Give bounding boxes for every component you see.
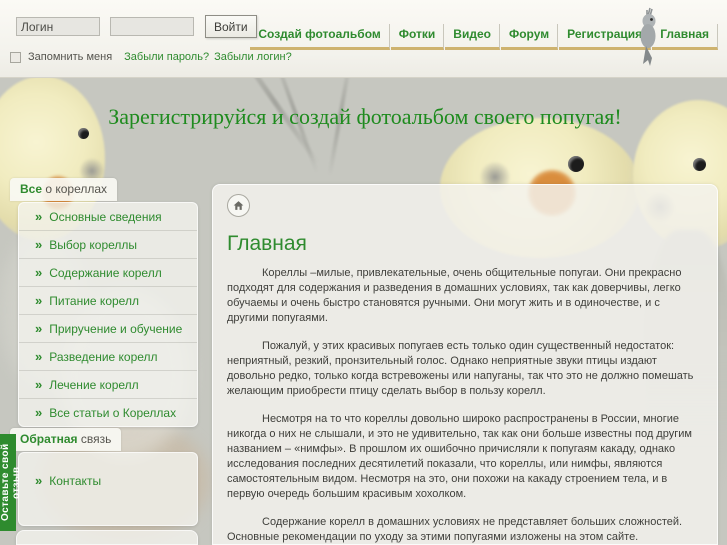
nav-item-forum[interactable]: Форум [500, 24, 559, 50]
sidebar-item-label: Основные сведения [49, 209, 162, 224]
sidebar-item-label: Контакты [49, 473, 102, 488]
double-arrow-icon: » [35, 209, 43, 224]
main-content-panel: Главная Кореллы –милые, привлекательные,… [212, 184, 718, 545]
nav-item-photos[interactable]: Фотки [390, 24, 445, 50]
page-title: Главная [227, 232, 307, 255]
sidebar-item-label: Разведение корелл [49, 349, 158, 364]
sidebar-header-rest: связь [77, 432, 112, 446]
sidebar-item-contacts[interactable]: » Контакты [19, 453, 197, 494]
nav-item-video[interactable]: Видео [445, 24, 500, 50]
sidebar-item-basics[interactable]: » Основные сведения [19, 203, 197, 231]
sidebar-header-about: Все о кореллах [10, 178, 118, 201]
forgot-password-link[interactable]: Забыли пароль? [124, 51, 209, 63]
sidebar-header-rest: о кореллах [42, 182, 108, 196]
sidebar-item-label: Выбор кореллы [49, 237, 138, 252]
sidebar-item-taming[interactable]: » Приручение и обучение [19, 315, 197, 343]
double-arrow-icon: » [35, 321, 43, 336]
login-input[interactable] [16, 17, 100, 36]
double-arrow-icon: » [35, 377, 43, 392]
topbar: Войти Запомнить меня Забыли пароль? Забы… [0, 0, 727, 78]
sidebar-header-feedback: Обратная связь [10, 428, 122, 451]
double-arrow-icon: » [35, 405, 43, 420]
banner-title: Зарегистрируйся и создай фотоальбом свое… [108, 104, 622, 129]
password-input[interactable] [110, 17, 194, 36]
sidebar-item-label: Приручение и обучение [49, 321, 183, 336]
sidebar-item-all-articles[interactable]: » Все статьи о Кореллах [19, 399, 197, 426]
house-icon [233, 201, 244, 210]
nav-item-create-album[interactable]: Создай фотоальбом [250, 24, 390, 50]
double-arrow-icon: » [35, 349, 43, 364]
forgot-login-link[interactable]: Забыли логин? [214, 51, 292, 63]
sidebar-item-feeding[interactable]: » Питание корелл [19, 287, 197, 315]
double-arrow-icon: » [35, 237, 43, 252]
sidebar-box-cutoff [16, 530, 198, 545]
sidebar-header-accent: Обратная [20, 432, 78, 446]
leave-feedback-tab[interactable]: Оставьте свой отзыв [0, 434, 22, 531]
page: Войти Запомнить меня Забыли пароль? Забы… [0, 0, 727, 545]
sidebar-item-keeping[interactable]: » Содержание корелл [19, 259, 197, 287]
sidebar-menu-about: » Основные сведения » Выбор кореллы » Со… [18, 202, 198, 427]
double-arrow-icon: » [35, 293, 43, 308]
sidebar-item-label: Все статьи о Кореллах [49, 405, 177, 420]
sidebar-header-accent: Все [20, 182, 43, 196]
double-arrow-icon: » [35, 265, 43, 280]
sidebar-item-label: Содержание корелл [49, 265, 162, 280]
sidebar-item-treatment[interactable]: » Лечение корелл [19, 371, 197, 399]
content-paragraph: Несмотря на то что кореллы довольно широ… [227, 413, 692, 500]
cockatiel-icon [640, 7, 656, 66]
sidebar-item-label: Питание корелл [49, 293, 139, 308]
sidebar-item-choosing[interactable]: » Выбор кореллы [19, 231, 197, 259]
content-paragraph: Пожалуй, у этих красивых попугаев есть т… [227, 340, 694, 397]
home-button[interactable] [227, 194, 250, 217]
login-submit-button[interactable]: Войти [205, 15, 257, 38]
remember-row: Запомнить меня Забыли пароль? Забыли лог… [10, 51, 297, 63]
sidebar-item-breeding[interactable]: » Разведение корелл [19, 343, 197, 371]
sidebar-menu-feedback: » Контакты [18, 452, 198, 526]
double-arrow-icon: » [35, 473, 43, 488]
sidebar-item-label: Лечение корелл [49, 377, 139, 392]
remember-label: Запомнить меня [28, 51, 113, 63]
main-nav: Создай фотоальбом Фотки Видео Форум Регистра… [250, 7, 719, 66]
content-paragraph: Содержание корелл в домашних условиях не… [227, 516, 683, 543]
content-paragraph: Кореллы –милые, привлекательные, очень о… [227, 267, 682, 324]
remember-checkbox[interactable] [10, 51, 21, 63]
